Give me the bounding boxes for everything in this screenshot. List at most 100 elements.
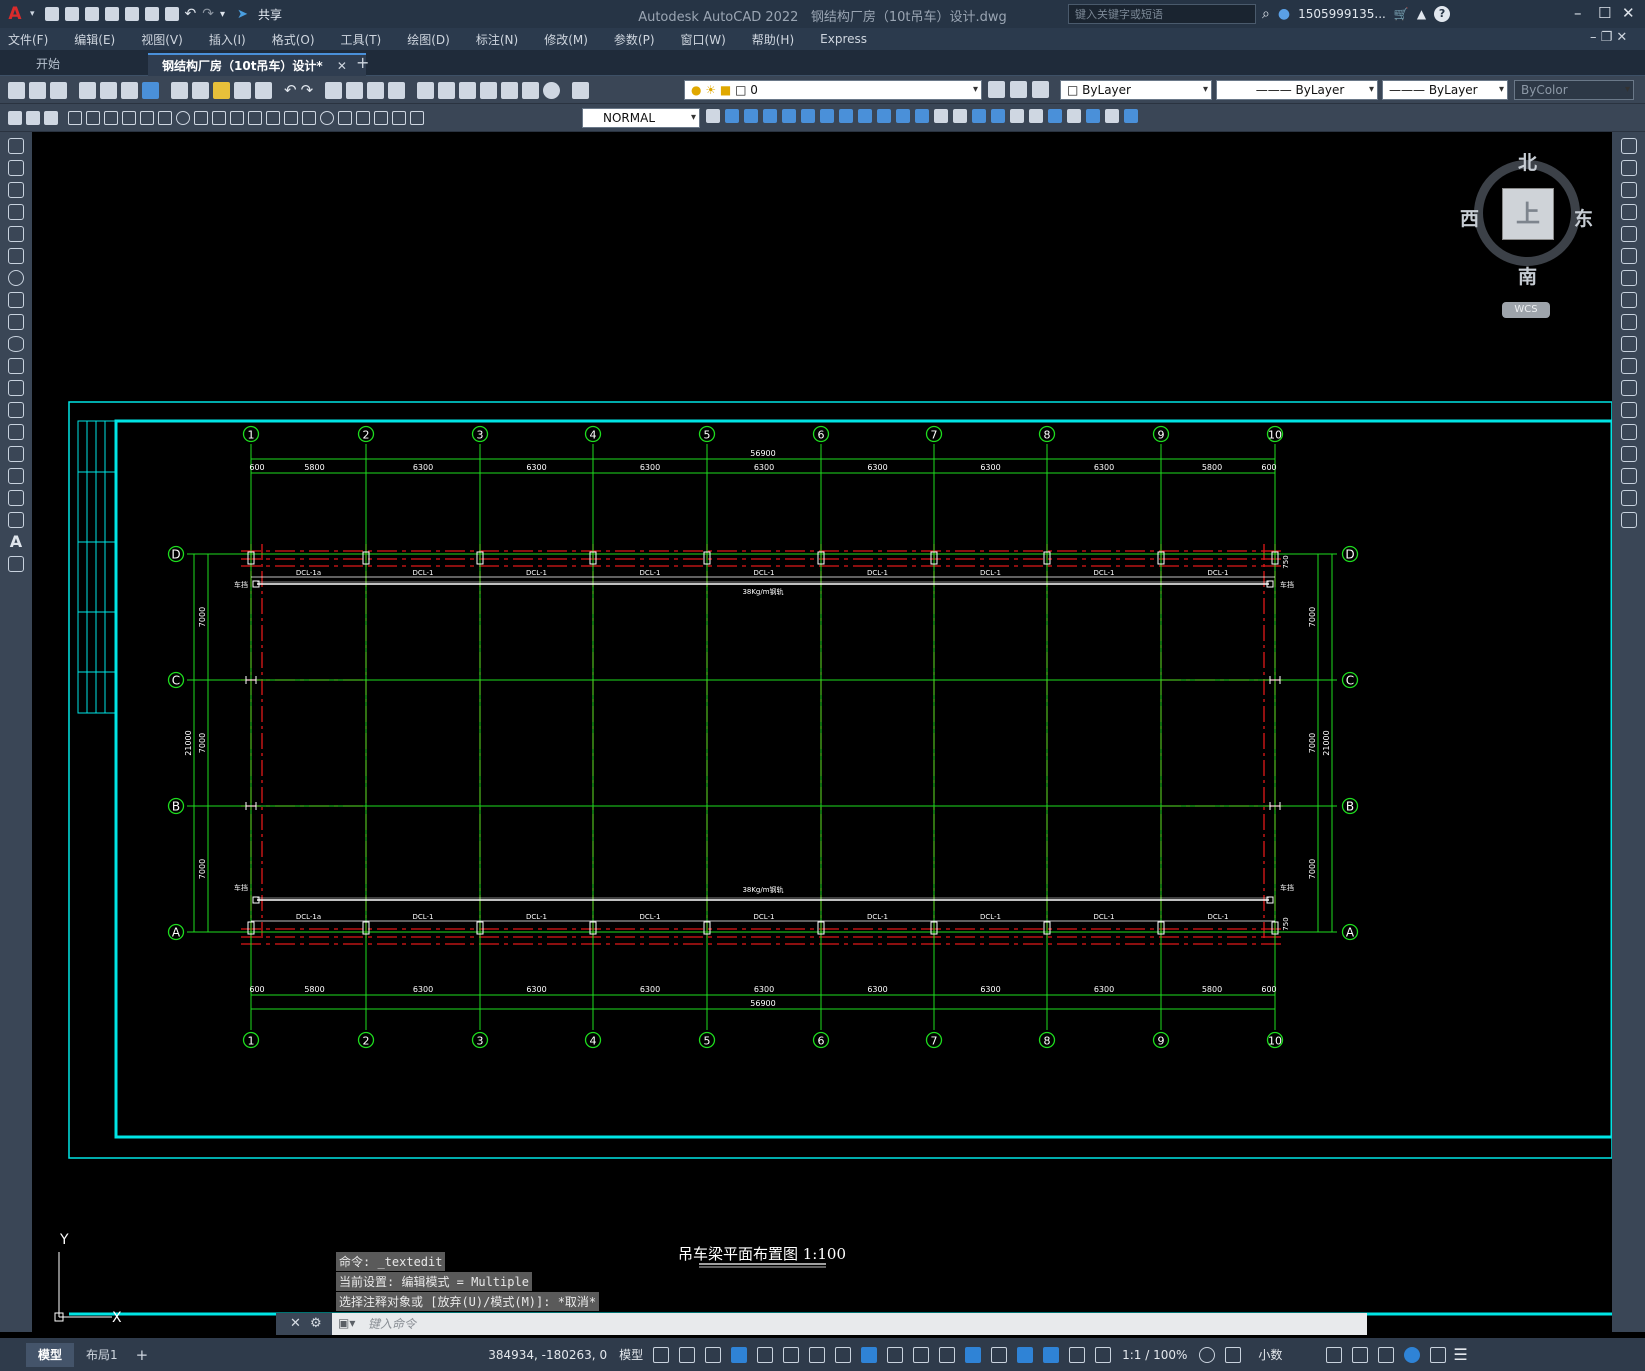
color-dropdown[interactable]: □ ByLayer (1060, 80, 1212, 100)
rotate-icon[interactable] (1620, 270, 1637, 286)
zoom-realtime-icon[interactable] (346, 81, 364, 99)
redo-icon[interactable]: ↷ (202, 6, 214, 22)
username[interactable]: 1505999135... (1298, 7, 1386, 21)
annotation-monitor-icon[interactable] (1225, 1346, 1242, 1363)
modify-6-icon[interactable] (820, 109, 834, 123)
viewcube-east[interactable]: 东 (1574, 204, 1593, 231)
lineweight-dropdown[interactable]: ——— ByLayer (1382, 80, 1508, 100)
mirror-icon[interactable] (1620, 182, 1637, 198)
import-icon[interactable] (124, 7, 139, 21)
3d-print-icon[interactable] (142, 81, 159, 99)
modify-7-icon[interactable] (839, 109, 853, 123)
cut-icon[interactable] (171, 81, 188, 99)
gradient-icon[interactable] (8, 468, 24, 484)
plot-toolbar-icon[interactable] (79, 81, 96, 99)
region-icon[interactable] (8, 490, 24, 506)
zoom-window-icon[interactable] (367, 81, 385, 99)
diameter-dim-icon[interactable] (176, 111, 190, 125)
tool-palettes-icon[interactable] (459, 81, 477, 99)
baseline-dim-icon[interactable] (230, 111, 244, 125)
ortho-mode-icon[interactable] (757, 1346, 774, 1363)
arc-length-dim-icon[interactable] (104, 111, 118, 125)
doc-window-controls[interactable]: – ❐ ✕ (1590, 30, 1627, 45)
modify-14-icon[interactable] (972, 109, 986, 123)
polygon-icon[interactable] (8, 204, 24, 220)
customize-qat-icon[interactable]: ▾ (220, 9, 225, 20)
share-icon[interactable]: ➤ (237, 7, 248, 22)
viewcube-south[interactable]: 南 (1518, 262, 1537, 289)
annotation-visibility-icon[interactable] (1069, 1346, 1086, 1363)
modify-21-icon[interactable] (1105, 109, 1119, 123)
blend-curves-icon[interactable] (1620, 490, 1637, 506)
minimize-icon[interactable]: – (1574, 4, 1582, 22)
plot-icon[interactable] (164, 7, 179, 21)
ellipse-arc-icon[interactable] (8, 358, 24, 374)
command-prompt-icon[interactable]: ▣▾ (338, 1316, 355, 1330)
close-icon[interactable]: ✕ (1622, 4, 1635, 22)
dim-space-icon[interactable] (266, 111, 280, 125)
explode-icon[interactable] (1620, 512, 1637, 528)
pan-icon[interactable] (325, 81, 343, 99)
revision-cloud-icon[interactable] (8, 292, 24, 308)
app-menu-chevron-icon[interactable]: ▾ (30, 9, 35, 19)
tab-model[interactable]: 模型 (26, 1342, 75, 1367)
erase-icon[interactable] (1620, 138, 1637, 154)
menu-draw[interactable]: 绘图(D) (407, 31, 450, 48)
plot-preview-icon[interactable] (100, 81, 117, 99)
menu-format[interactable]: 格式(O) (272, 31, 315, 48)
modify-5-icon[interactable] (801, 109, 815, 123)
viewcube-top-face[interactable]: 上 (1502, 188, 1554, 240)
trim-icon[interactable] (1620, 336, 1637, 352)
copy-object-icon[interactable] (1620, 160, 1637, 176)
multiline-text-icon[interactable]: A (8, 534, 24, 550)
isometric-drafting-icon[interactable] (809, 1346, 826, 1363)
plotstyle-dropdown[interactable]: ByColor (1514, 80, 1634, 100)
menu-tools[interactable]: 工具(T) (341, 31, 382, 48)
dynamic-ucs-icon[interactable] (991, 1346, 1008, 1363)
modify-9-icon[interactable] (877, 109, 891, 123)
modify-16-icon[interactable] (1010, 109, 1024, 123)
auto-scale-icon[interactable] (1095, 1346, 1112, 1363)
modify-13-icon[interactable] (953, 109, 967, 123)
zoom-previous-icon[interactable] (388, 81, 406, 99)
customization-menu-icon[interactable]: ☰ (1453, 1345, 1467, 1364)
extend-icon[interactable] (1620, 358, 1637, 374)
radius-dim-icon[interactable] (140, 111, 154, 125)
menu-window[interactable]: 窗口(W) (681, 31, 726, 48)
tool-1-icon[interactable] (8, 111, 22, 125)
menu-modify[interactable]: 修改(M) (544, 31, 588, 48)
text-style-dropdown[interactable]: NORMAL (582, 108, 700, 128)
menu-edit[interactable]: 编辑(E) (74, 31, 115, 48)
quick-dim-icon[interactable] (212, 111, 226, 125)
object-snap-tracking-icon[interactable] (835, 1346, 852, 1363)
cart-icon[interactable]: 🛒 (1394, 7, 1409, 21)
layer-dropdown[interactable]: ● ☀ ■ □ 0 (684, 80, 982, 100)
modify-22-icon[interactable] (1124, 109, 1138, 123)
command-input[interactable]: 键入命令 (332, 1313, 1367, 1335)
array-icon[interactable] (1620, 226, 1637, 242)
block-editor-icon[interactable] (255, 81, 272, 99)
center-mark-icon[interactable] (320, 111, 334, 125)
annotation-scale[interactable]: 1:1 / 100% (1122, 1348, 1187, 1362)
redo-toolbar-icon[interactable]: ↷ (301, 81, 314, 99)
search-icon[interactable]: ⌕ (1262, 6, 1270, 22)
hardware-acceleration-icon[interactable] (1404, 1346, 1421, 1363)
gizmo-icon[interactable] (1043, 1346, 1060, 1363)
tolerance-icon[interactable] (302, 111, 316, 125)
modify-15-icon[interactable] (991, 109, 1005, 123)
dim-edit-icon[interactable] (374, 111, 388, 125)
lineweight-icon[interactable] (887, 1346, 904, 1363)
add-layout-plus-icon[interactable]: + (136, 1346, 149, 1364)
tool-3-icon[interactable] (44, 111, 58, 125)
move-icon[interactable] (1620, 248, 1637, 264)
paste-icon[interactable] (213, 81, 230, 99)
help-toolbar-icon[interactable] (543, 81, 561, 99)
modify-18-icon[interactable] (1048, 109, 1062, 123)
modify-12-icon[interactable] (934, 109, 948, 123)
stretch-icon[interactable] (1620, 314, 1637, 330)
dim-update-icon[interactable] (410, 111, 424, 125)
dim-text-edit-icon[interactable] (392, 111, 406, 125)
layer-states-icon[interactable] (1032, 81, 1049, 98)
clean-screen-icon[interactable] (1430, 1346, 1447, 1363)
arc-icon[interactable] (8, 248, 24, 264)
